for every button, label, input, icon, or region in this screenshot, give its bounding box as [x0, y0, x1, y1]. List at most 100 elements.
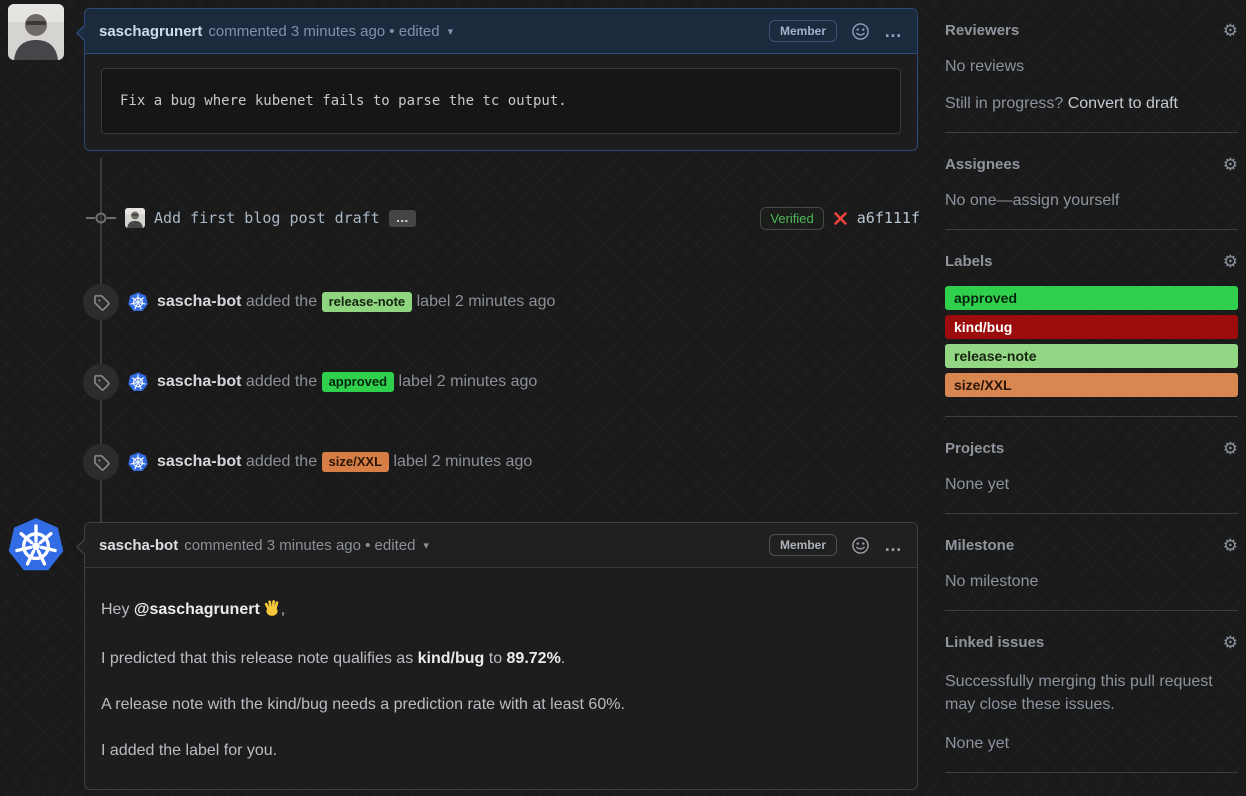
prediction-rate: 89.72% — [507, 650, 561, 667]
assignees-empty-text[interactable]: No one—assign yourself — [945, 192, 1238, 210]
event-text: sascha-bot added the size/XXL label 2 mi… — [157, 452, 532, 472]
tag-icon — [93, 374, 110, 391]
linked-issues-desc: Successfully merging this pull request m… — [945, 670, 1238, 716]
sidebar-label-chip[interactable]: approved — [945, 286, 1238, 310]
divider — [945, 513, 1238, 514]
sidebar-labels-list: approved kind/bug release-note size/XXL — [945, 286, 1238, 397]
kubernetes-logo-icon — [128, 292, 148, 312]
divider — [945, 132, 1238, 133]
pr-sidebar: Reviewers ⚙ No reviews Still in progress… — [945, 0, 1238, 796]
smiley-icon — [851, 536, 870, 555]
sidebar-label-chip[interactable]: kind/bug — [945, 315, 1238, 339]
divider — [945, 416, 1238, 417]
commit-event-row: Add first blog post draft … Verified a6f… — [86, 202, 920, 234]
edited-dropdown-icon[interactable]: ▾ — [423, 539, 429, 552]
event-actor-link[interactable]: sascha-bot — [157, 453, 241, 470]
event-time-text[interactable]: label 2 minutes ago — [417, 293, 556, 310]
reviewers-title: Reviewers — [945, 22, 1019, 39]
divider — [945, 610, 1238, 611]
prediction-text: I predicted that this release note quali… — [101, 650, 418, 667]
sidebar-label-chip[interactable]: size/XXL — [945, 373, 1238, 397]
bot-comment: sascha-bot commented 3 minutes ago • edi… — [84, 522, 918, 790]
git-commit-icon — [86, 210, 116, 226]
kubernetes-logo-icon — [128, 452, 148, 472]
milestone-empty-text: No milestone — [945, 573, 1238, 591]
event-action-text: added the — [246, 373, 317, 390]
tag-icon — [93, 294, 110, 311]
user-photo-avatar-small — [125, 208, 145, 228]
kebab-menu-button[interactable]: … — [884, 21, 903, 42]
kubernetes-logo-icon — [8, 517, 64, 573]
commit-message-link[interactable]: Add first blog post draft — [154, 209, 380, 227]
label-chip[interactable]: approved — [322, 372, 395, 392]
tag-icon — [93, 454, 110, 471]
still-in-progress-text: Still in progress? — [945, 95, 1068, 112]
event-actor-link[interactable]: sascha-bot — [157, 373, 241, 390]
release-note-code-block: Fix a bug where kubenet fails to parse t… — [101, 68, 901, 134]
add-reaction-button[interactable] — [851, 536, 870, 555]
bot-avatar-large[interactable] — [8, 517, 64, 573]
linked-issues-empty-text: None yet — [945, 735, 1238, 753]
gear-icon[interactable]: ⚙ — [1223, 634, 1238, 651]
gear-icon[interactable]: ⚙ — [1223, 440, 1238, 457]
comment-meta[interactable]: commented 3 minutes ago • edited — [208, 23, 439, 40]
comment-header: sascha-bot commented 3 minutes ago • edi… — [85, 523, 917, 568]
member-badge: Member — [769, 534, 837, 556]
event-time-text[interactable]: label 2 minutes ago — [399, 373, 538, 390]
comment-meta[interactable]: commented 3 minutes ago • edited — [184, 537, 415, 554]
comment-body: Fix a bug where kubenet fails to parse t… — [85, 54, 917, 150]
verified-badge[interactable]: Verified — [760, 207, 823, 230]
gear-icon[interactable]: ⚙ — [1223, 156, 1238, 173]
greeting-comma: , — [281, 601, 285, 618]
bot-paragraph-rule: A release note with the kind/bug needs a… — [101, 693, 901, 717]
label-chip[interactable]: release-note — [322, 292, 413, 312]
convert-to-draft-row: Still in progress? Convert to draft — [945, 95, 1238, 113]
tag-icon-circle — [83, 444, 119, 480]
tag-icon-circle — [83, 284, 119, 320]
commit-expand-button[interactable]: … — [389, 210, 416, 227]
projects-title: Projects — [945, 440, 1004, 457]
comment-author-link[interactable]: sascha-bot — [99, 537, 178, 554]
assignees-title: Assignees — [945, 156, 1020, 173]
projects-empty-text: None yet — [945, 476, 1238, 494]
commit-sha-link[interactable]: a6f111f — [857, 209, 920, 227]
bot-paragraph-greeting: Hey @saschagrunert, — [101, 598, 901, 625]
user-photo-avatar — [8, 4, 64, 60]
label-event-row: sascha-bot added the size/XXL label 2 mi… — [83, 444, 920, 480]
avatar[interactable] — [8, 4, 64, 60]
kebab-menu-button[interactable]: … — [884, 535, 903, 556]
label-event-row: sascha-bot added the release-note label … — [83, 284, 920, 320]
bot-avatar[interactable] — [128, 292, 148, 312]
comment-body: Hey @saschagrunert, I predicted that thi… — [85, 568, 917, 789]
gear-icon[interactable]: ⚙ — [1223, 253, 1238, 270]
member-badge: Member — [769, 20, 837, 42]
event-text: sascha-bot added the approved label 2 mi… — [157, 372, 537, 392]
comment-author-link[interactable]: saschagrunert — [99, 23, 202, 40]
label-event-row: sascha-bot added the approved label 2 mi… — [83, 364, 920, 400]
wave-emoji-icon — [263, 599, 281, 625]
reviewers-empty-text: No reviews — [945, 58, 1238, 76]
gear-icon[interactable]: ⚙ — [1223, 537, 1238, 554]
commit-author-avatar[interactable] — [125, 208, 145, 228]
prediction-mid: to — [484, 650, 506, 667]
bot-avatar[interactable] — [128, 452, 148, 472]
greeting-text: Hey — [101, 601, 134, 618]
failed-check-x-icon[interactable] — [833, 211, 848, 226]
divider — [945, 229, 1238, 230]
add-reaction-button[interactable] — [851, 22, 870, 41]
labels-title: Labels — [945, 253, 993, 270]
edited-dropdown-icon[interactable]: ▾ — [448, 25, 454, 38]
label-chip[interactable]: size/XXL — [322, 452, 389, 472]
comment-caret-inner — [78, 540, 85, 554]
comment-caret-inner — [78, 26, 85, 40]
event-actor-link[interactable]: sascha-bot — [157, 293, 241, 310]
event-action-text: added the — [246, 293, 317, 310]
bot-avatar[interactable] — [128, 372, 148, 392]
pr-description-comment: saschagrunert commented 3 minutes ago • … — [84, 8, 918, 151]
event-time-text[interactable]: label 2 minutes ago — [393, 453, 532, 470]
gear-icon[interactable]: ⚙ — [1223, 22, 1238, 39]
smiley-icon — [851, 22, 870, 41]
sidebar-label-chip[interactable]: release-note — [945, 344, 1238, 368]
mention-link[interactable]: @saschagrunert — [134, 601, 260, 618]
convert-to-draft-link[interactable]: Convert to draft — [1068, 95, 1178, 112]
